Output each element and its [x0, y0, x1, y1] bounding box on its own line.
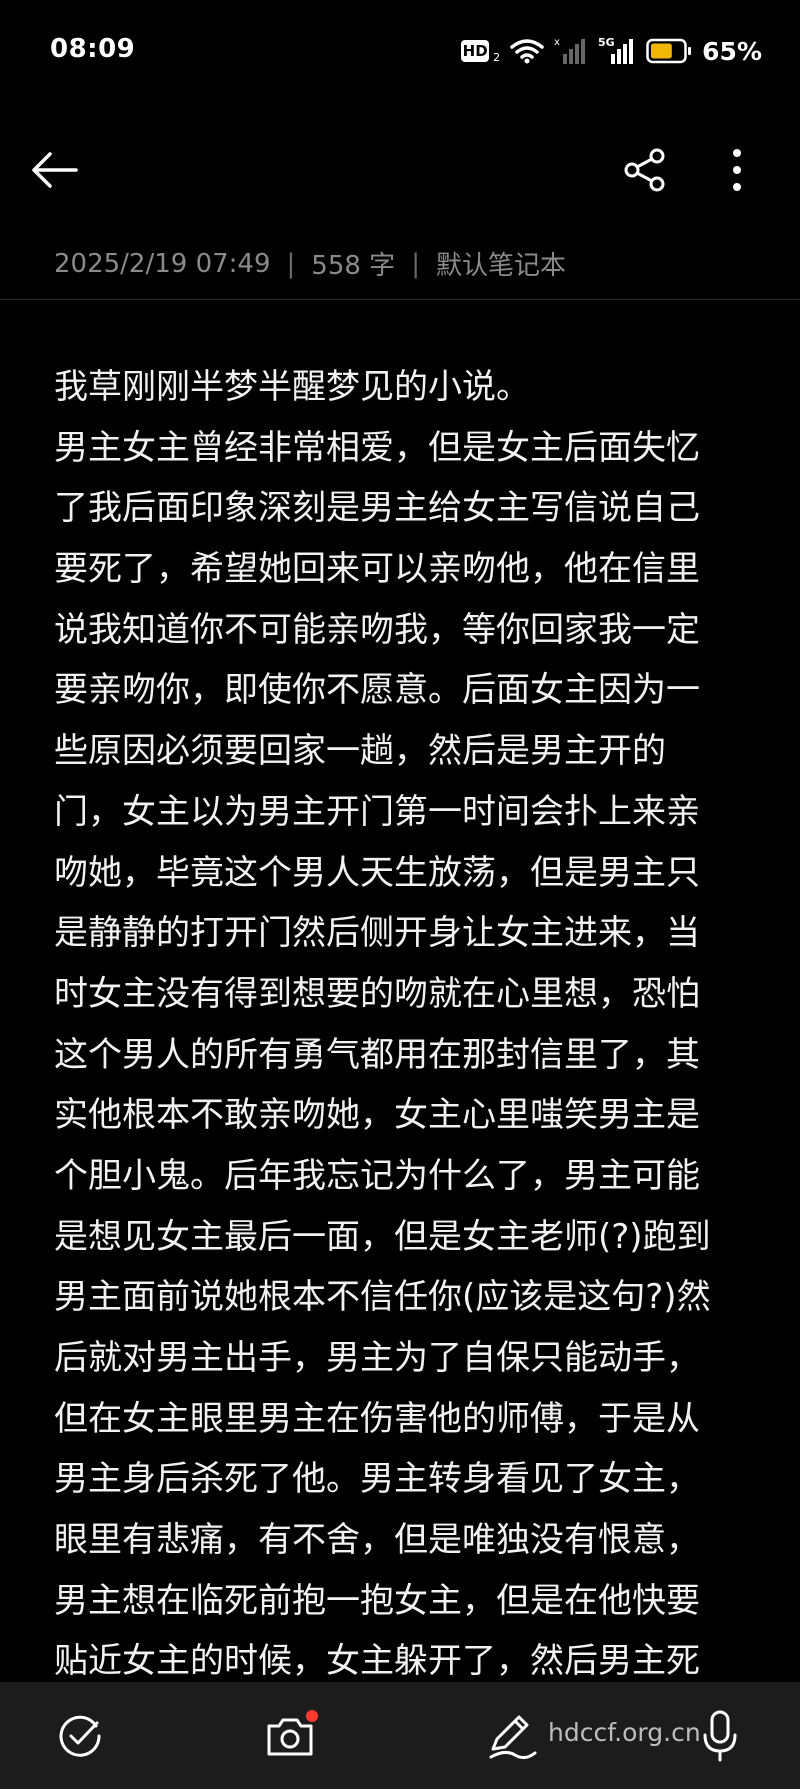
hd-icon: HD: [461, 40, 490, 62]
more-options-button[interactable]: [712, 140, 762, 200]
note-text-line: 实他根本不敢亲吻她，女主心里嗤笑男主是: [54, 1095, 700, 1136]
status-time: 08:09: [50, 34, 136, 64]
share-button[interactable]: [610, 140, 680, 200]
note-text-line: 门，女主以为男主开门第一时间会扑上来亲: [54, 791, 700, 832]
check-circle-icon: [59, 1715, 101, 1757]
note-meta: 2025/2/19 07:49 | 558 字 | 默认笔记本: [54, 245, 566, 282]
note-text-line: 这个男人的所有勇气都用在那封信里了，其: [54, 1034, 700, 1075]
notification-dot: [306, 1710, 318, 1722]
camera-button[interactable]: [260, 1704, 324, 1768]
voice-input-button[interactable]: [688, 1704, 752, 1768]
note-text-line: 时女主没有得到想要的吻就在心里想，恐怕: [54, 973, 700, 1014]
share-icon: [624, 148, 665, 192]
hd-sub-label: 2: [493, 50, 501, 64]
more-vertical-icon: [733, 149, 741, 191]
microphone-icon: [703, 1710, 737, 1762]
camera-icon: [267, 1710, 318, 1756]
note-toolbar: [0, 130, 800, 210]
checklist-button[interactable]: [48, 1704, 112, 1768]
back-button[interactable]: [28, 140, 98, 200]
svg-text:x: x: [554, 37, 560, 48]
note-word-count: 558 字: [311, 251, 396, 281]
note-text-line: 个胆小鬼。后年我忘记为什么了，男主可能: [54, 1155, 700, 1196]
meta-separator: |: [411, 248, 420, 279]
note-text-line: 说我知道你不可能亲吻我，等你回家我一定: [54, 609, 700, 650]
note-text-line: 男主身后杀死了他。男主转身看见了女主，: [54, 1459, 700, 1500]
arrow-left-icon: [32, 152, 78, 188]
note-text-line: 我草刚刚半梦半醒梦见的小说。: [54, 367, 530, 407]
status-bar: 08:09 HD 2 x 5G 65%: [0, 0, 800, 104]
wifi-icon: [510, 39, 544, 64]
note-text-line: 了我后面印象深刻是男主给女主写信说自己: [54, 488, 700, 529]
svg-text:5G: 5G: [598, 36, 615, 49]
note-date: 2025/2/19 07:49: [54, 248, 271, 279]
note-body[interactable]: 我草刚刚半梦半醒梦见的小说。男主女主曾经非常相爱，但是女主后面失忆 了我后面印象深…: [54, 357, 754, 1677]
header-divider: [0, 299, 800, 300]
pen-icon: [489, 1715, 537, 1760]
note-text-line: 吻她，毕竟这个男人天生放荡，但是男主只: [54, 852, 700, 893]
note-notebook[interactable]: 默认笔记本: [436, 245, 566, 282]
note-text-line: 是想见女主最后一面，但是女主老师(?)跑到: [54, 1216, 711, 1257]
battery-percent: 65%: [702, 36, 762, 66]
note-text-line: 男主想在临死前抱一抱女主，但是在他快要: [54, 1580, 700, 1621]
handwriting-button[interactable]: [480, 1704, 544, 1768]
note-text-line: 要亲吻你，即使你不愿意。后面女主因为一: [54, 670, 700, 711]
note-text-line: 眼里有悲痛，有不舍，但是唯独没有恨意，: [54, 1520, 700, 1561]
bottom-toolbar: hdccf.org.cn: [0, 1682, 800, 1789]
note-text-line: 后就对男主出手，男主为了自保只能动手，: [54, 1338, 700, 1378]
note-text-line: 要死了，希望她回来可以亲吻他，他在信里: [54, 549, 700, 590]
signal-no-sim-icon: x: [554, 37, 586, 64]
note-text-line: 男主面前说她根本不信任你(应该是这句?)然: [54, 1277, 711, 1318]
note-text-line: 贴近女主的时候，女主躲开了，然后男主死: [54, 1641, 700, 1677]
watermark-text: hdccf.org.cn: [548, 1718, 701, 1747]
note-text-line: 是静静的打开门然后侧开身让女主进来，当: [54, 913, 700, 954]
battery-icon: [646, 38, 692, 64]
note-text-line: 但在女主眼里男主在伤害他的师傅，于是从: [54, 1398, 700, 1439]
status-icons: HD 2 x 5G 65%: [461, 34, 762, 68]
note-text-line: 些原因必须要回家一趟，然后是男主开的: [54, 731, 666, 772]
signal-5g-icon: 5G: [598, 36, 634, 64]
meta-separator: |: [286, 248, 296, 279]
note-text-line: 男主女主曾经非常相爱，但是女主后面失忆: [54, 427, 700, 468]
